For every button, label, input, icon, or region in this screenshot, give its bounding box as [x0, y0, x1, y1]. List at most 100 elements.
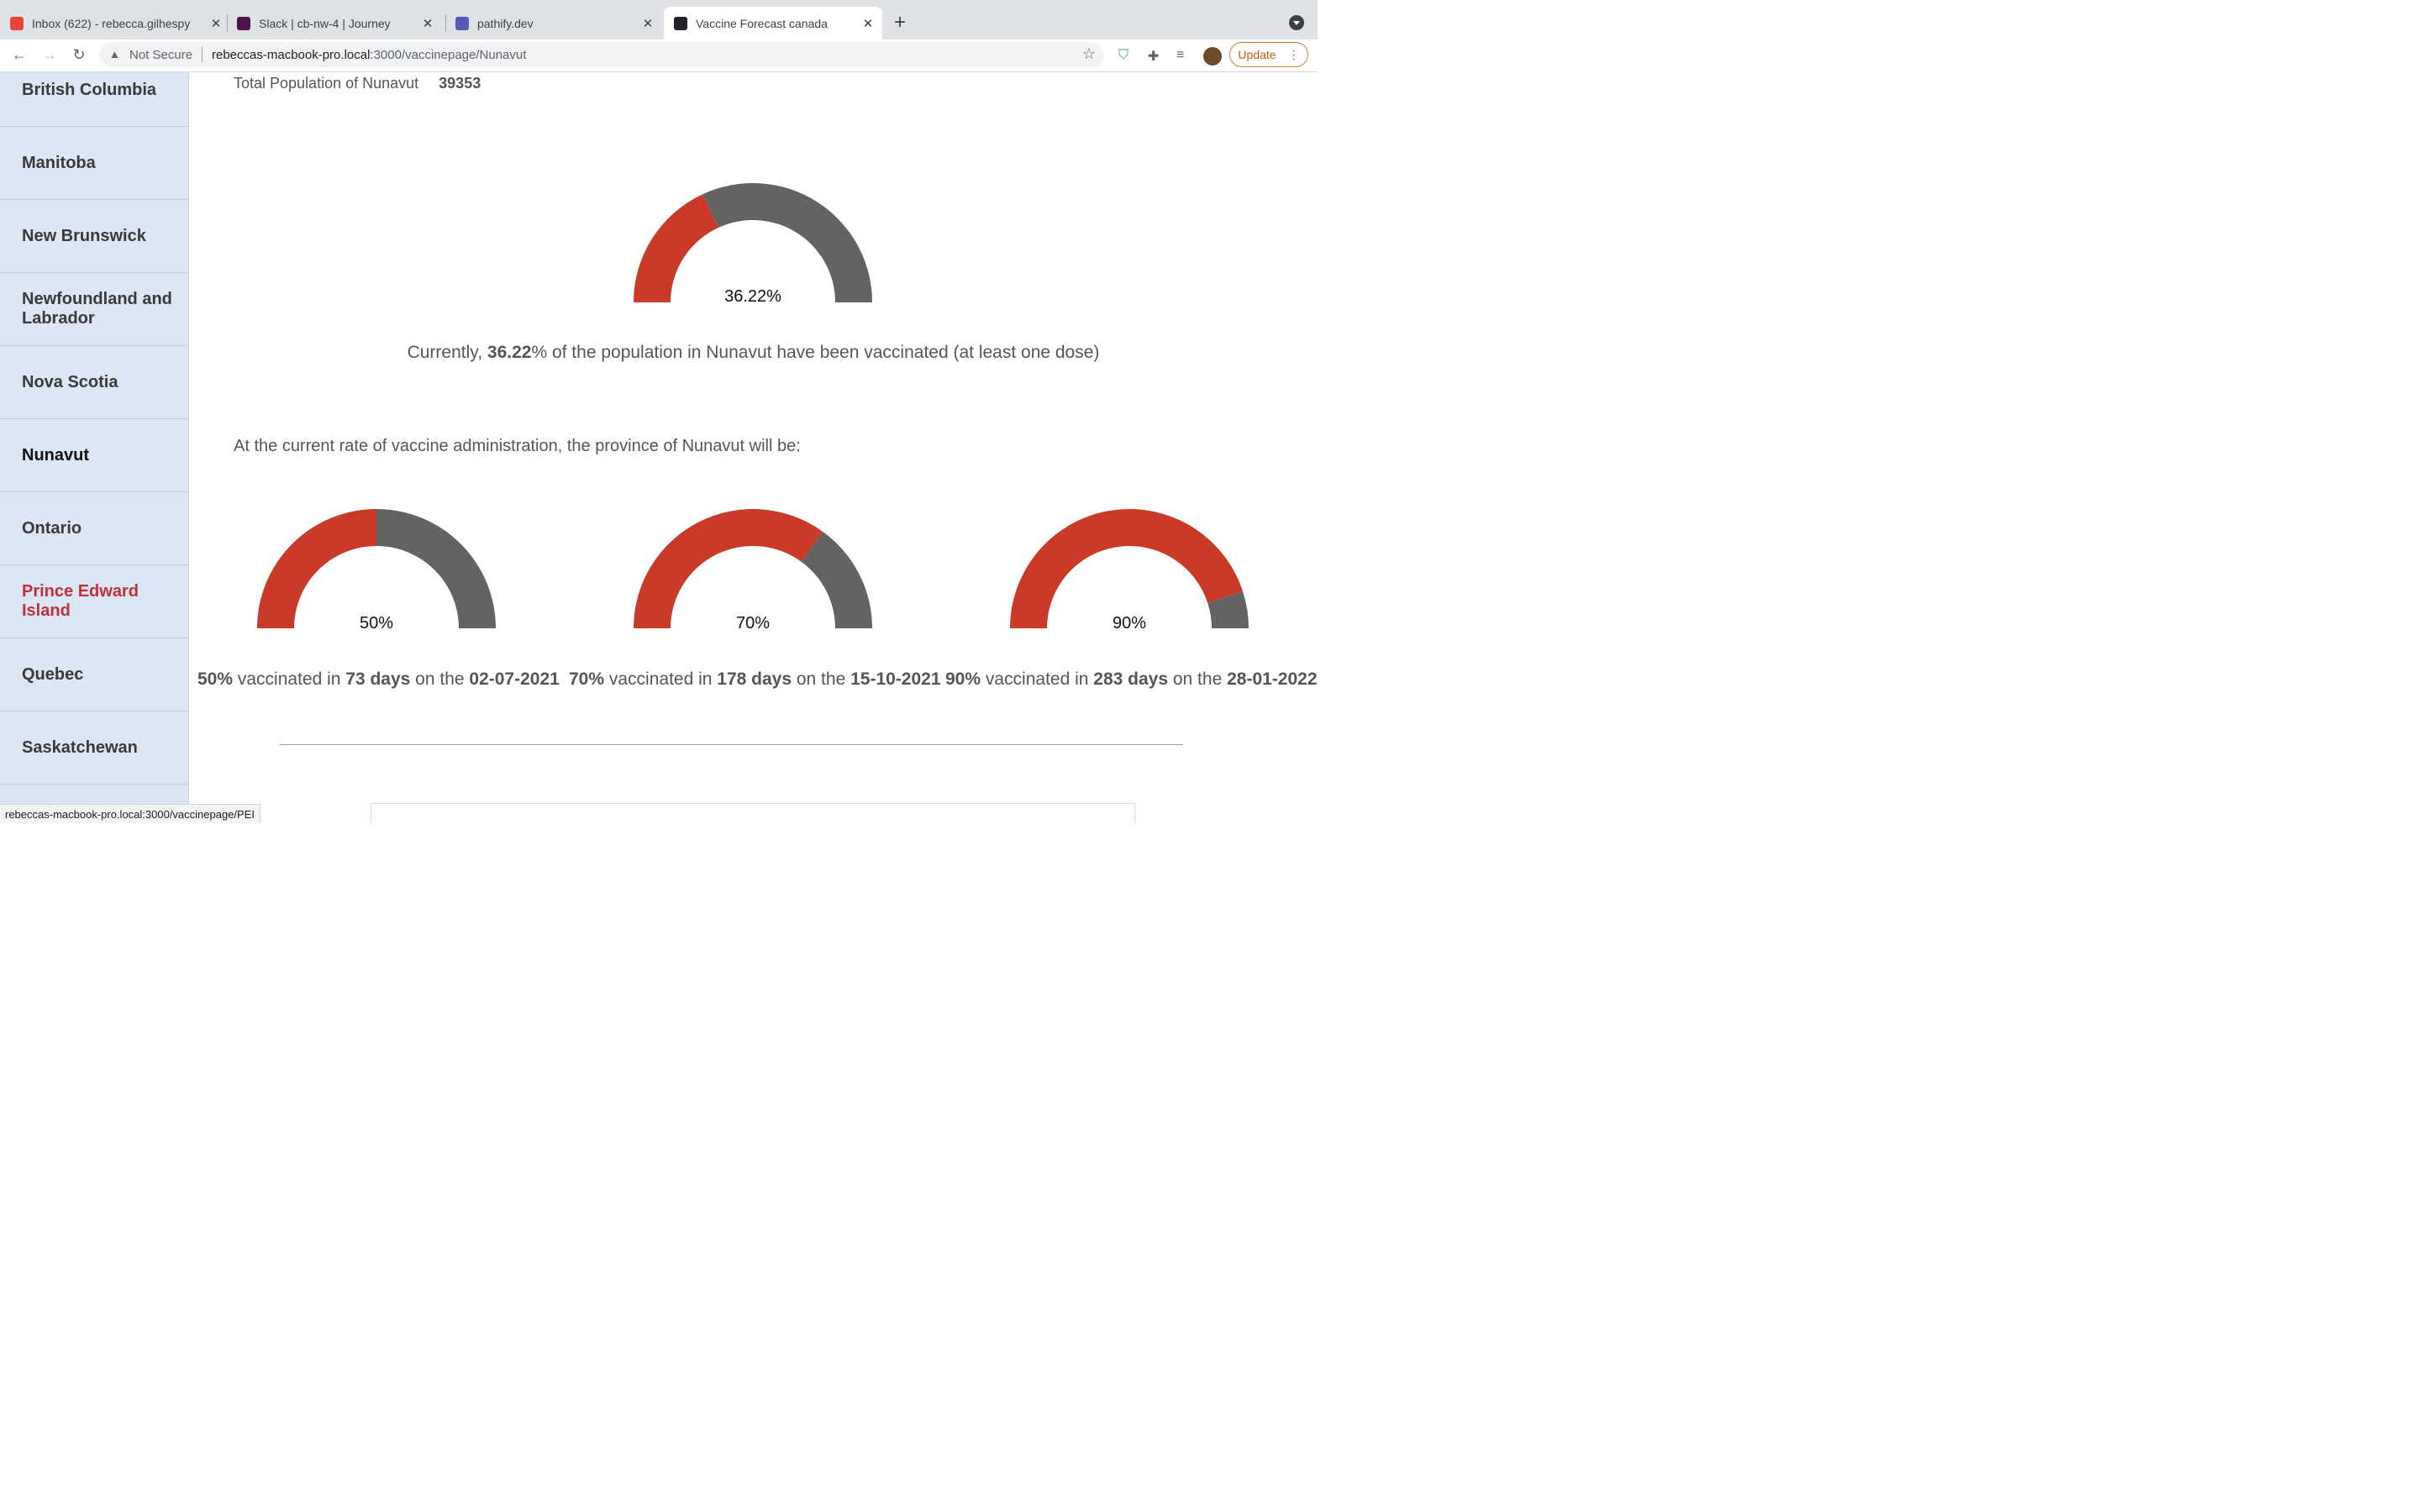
sidebar-item-nova-scotia[interactable]: Nova Scotia [0, 346, 188, 419]
main-content: Total Population of Nunavut 39353 36.22% … [189, 72, 1318, 823]
forecast-word: vaccinated in [981, 669, 1094, 689]
forecast-days: 283 days [1093, 669, 1169, 689]
tab-separator [445, 14, 446, 31]
url-host: rebeccas-macbook-pro.local [212, 48, 371, 62]
bookmark-star-icon[interactable]: ☆ [1082, 45, 1096, 63]
province-sidebar: British Columbia Manitoba New Brunswick … [0, 72, 189, 823]
close-icon[interactable]: ✕ [420, 16, 435, 31]
url-text[interactable]: rebeccas-macbook-pro.local:3000/vaccinep… [212, 48, 526, 62]
tab-title: Slack | cb-nw-4 | Journey [259, 16, 391, 30]
section-divider [280, 744, 1183, 745]
forecast-word: on the [1168, 669, 1228, 689]
forecast-word: vaccinated in [604, 669, 718, 689]
current-vaccination-gauge: 36.22% [634, 183, 872, 306]
forecast-gauge-70: 70% [634, 509, 872, 633]
gauge-filled-segment [634, 194, 718, 302]
forecast-pct: 70% [569, 669, 605, 689]
update-label: Update [1238, 48, 1276, 61]
tab-title: Vaccine Forecast canada [696, 16, 828, 30]
pathify-icon [455, 16, 469, 30]
forecast-pct: 90% [945, 669, 981, 689]
sidebar-item-british-columbia[interactable]: British Columbia [0, 72, 188, 127]
current-text-prefix: Currently, [407, 343, 487, 362]
address-bar[interactable]: ▲ Not Secure rebeccas-macbook-pro.local:… [99, 42, 1104, 67]
gauge-filled-segment [257, 509, 376, 628]
sidebar-item-new-brunswick[interactable]: New Brunswick [0, 200, 188, 273]
browser-window: Inbox (622) - rebecca.gilhespy ✕ Slack |… [0, 0, 1318, 823]
sidebar-item-nunavut[interactable]: Nunavut [0, 419, 188, 492]
slack-icon [237, 16, 250, 30]
close-icon[interactable]: ✕ [640, 16, 655, 31]
tab-slack[interactable]: Slack | cb-nw-4 | Journey ✕ [237, 7, 435, 39]
tab-title: Inbox (622) - rebecca.gilhespy [32, 16, 191, 30]
gauge-arc [257, 509, 496, 628]
profile-avatar[interactable] [1203, 47, 1222, 66]
gauge-percent-label: 70% [735, 614, 771, 633]
forecast-date: 02-07-2021 [469, 669, 560, 689]
current-text-pct: 36.22 [487, 343, 532, 362]
update-button[interactable]: Update ⋮ [1229, 42, 1308, 67]
gmail-icon [10, 16, 24, 30]
divider [202, 47, 203, 62]
back-icon[interactable]: ← [9, 46, 29, 64]
total-population-value: 39353 [439, 75, 481, 92]
gauge-arc [634, 183, 872, 302]
current-vaccination-text: Currently, 36.22% of the population in N… [189, 343, 1318, 363]
react-icon [674, 16, 687, 30]
gauge-percent-label: 90% [1112, 614, 1147, 633]
warning-icon[interactable]: ▲ [109, 48, 120, 60]
link-status-bubble: rebeccas-macbook-pro.local:3000/vaccinep… [0, 804, 261, 823]
extensions-puzzle-icon[interactable]: ✚ [1148, 48, 1159, 65]
forecast-date: 28-01-2022 [1227, 669, 1318, 689]
more-menu-icon[interactable]: ⋮ [1288, 48, 1300, 62]
shield-extension-icon[interactable]: ⛉ [1118, 48, 1128, 63]
forecast-gauge-90: 90% [1010, 509, 1249, 633]
tab-title: pathify.dev [477, 16, 534, 30]
forward-icon[interactable]: → [39, 46, 60, 64]
security-label[interactable]: Not Secure [129, 48, 192, 62]
gauge-arc [634, 509, 872, 628]
gauge-remaining-segment [702, 183, 872, 302]
tab-inbox[interactable]: Inbox (622) - rebecca.gilhespy ✕ [10, 7, 224, 39]
gauge-percent-label: 50% [359, 614, 394, 633]
sidebar-item-newfoundland-and-labrador[interactable]: Newfoundland and Labrador [0, 273, 188, 346]
sidebar-item-quebec[interactable]: Quebec [0, 638, 188, 711]
forecast-word: vaccinated in [233, 669, 346, 689]
tab-pathify[interactable]: pathify.dev ✕ [455, 7, 655, 39]
sidebar-item-saskatchewan[interactable]: Saskatchewan [0, 711, 188, 785]
reload-icon[interactable]: ↻ [69, 46, 89, 64]
sidebar-item-prince-edward-island[interactable]: Prince Edward Island [0, 565, 188, 638]
browser-toolbar: ← → ↻ ▲ Not Secure rebeccas-macbook-pro.… [0, 39, 1318, 72]
tab-search-icon[interactable] [1289, 15, 1304, 30]
gauge-filled-segment [1010, 509, 1244, 628]
close-icon[interactable]: ✕ [860, 16, 876, 31]
forecast-days: 73 days [345, 669, 411, 689]
province-list: British Columbia Manitoba New Brunswick … [0, 72, 188, 823]
forecast-date: 15-10-2021 [850, 669, 941, 689]
forecast-pct: 50% [197, 669, 234, 689]
url-path: :3000/vaccinepage/Nunavut [370, 48, 527, 62]
forecast-word: on the [792, 669, 851, 689]
forecast-table [371, 803, 1135, 823]
gauge-percent-label: 36.22% [724, 287, 781, 306]
total-population: Total Population of Nunavut 39353 [234, 75, 481, 92]
sidebar-item-ontario[interactable]: Ontario [0, 492, 188, 565]
sidebar-item-manitoba[interactable]: Manitoba [0, 127, 188, 200]
tab-vaccine-forecast[interactable]: Vaccine Forecast canada ✕ [664, 7, 882, 39]
media-queue-icon[interactable]: ≡ [1176, 48, 1184, 63]
current-text-suffix: % of the population in Nunavut have been… [531, 343, 1100, 362]
forecast-days: 178 days [717, 669, 792, 689]
new-tab-button[interactable]: + [894, 13, 906, 33]
forecast-intro-text: At the current rate of vaccine administr… [234, 437, 801, 455]
gauge-remaining-segment [376, 509, 496, 628]
tab-separator [227, 14, 228, 31]
forecast-word: on the [410, 669, 470, 689]
forecast-gauge-50: 50% [257, 509, 496, 633]
tab-strip: Inbox (622) - rebecca.gilhespy ✕ Slack |… [0, 0, 1318, 39]
gauge-arc [1010, 509, 1249, 628]
forecast-text-90: 90% vaccinated in 283 days on the 28-01-… [945, 669, 1318, 690]
total-population-label: Total Population of Nunavut [234, 75, 419, 92]
gauge-filled-segment [634, 509, 823, 628]
close-icon[interactable]: ✕ [208, 16, 224, 31]
forecast-text-50: 50% vaccinated in 73 days on the 02-07-2… [197, 669, 560, 690]
